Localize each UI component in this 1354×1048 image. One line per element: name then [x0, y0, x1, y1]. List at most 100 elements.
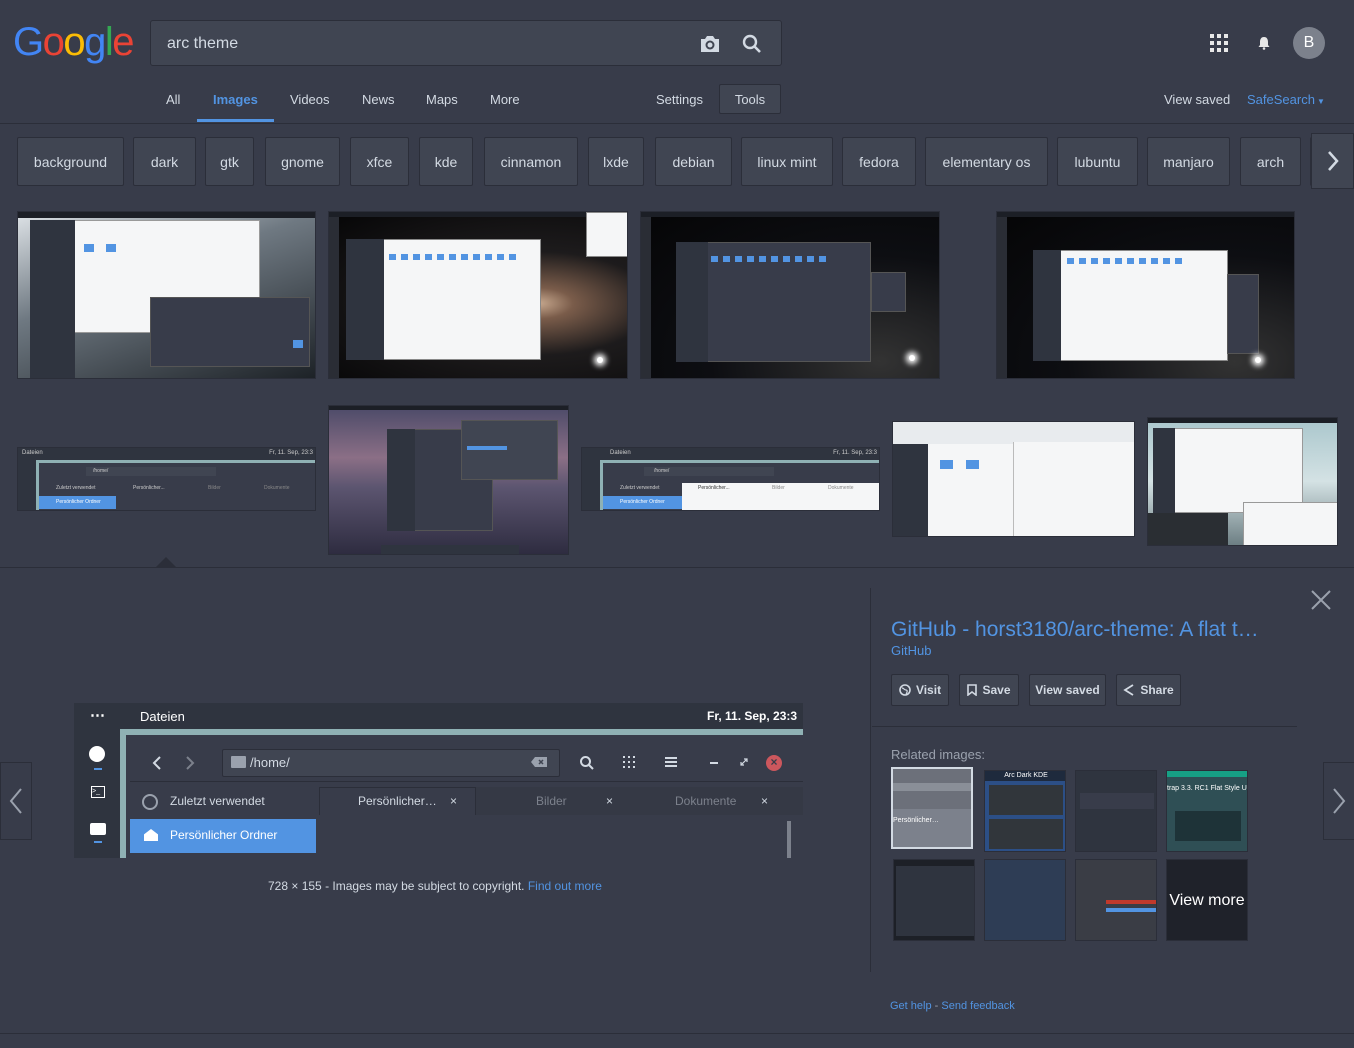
image-result[interactable] [17, 211, 316, 379]
menu-icon[interactable] [665, 757, 677, 767]
chevron-right-icon [1327, 151, 1339, 171]
clear-icon[interactable] [530, 756, 548, 768]
close-tab-icon[interactable]: × [606, 794, 613, 808]
tools-button[interactable]: Tools [719, 84, 781, 114]
related-image[interactable]: trap 3.3. RC1 Flat Style U [1166, 770, 1248, 852]
tab-maps[interactable]: Maps [426, 92, 458, 107]
chip[interactable]: gtk [205, 137, 254, 186]
image-result[interactable] [328, 405, 569, 555]
tab-more[interactable]: More [490, 92, 520, 107]
close-window-icon[interactable]: × [766, 755, 782, 771]
related-image[interactable]: Persönlicher… [891, 767, 973, 849]
maximize-icon[interactable] [740, 758, 748, 766]
divider [870, 588, 871, 972]
forward-icon[interactable] [185, 756, 195, 770]
divider [0, 1033, 1354, 1034]
tab-pictures[interactable]: Bilder [536, 794, 567, 808]
minimize-icon[interactable] [710, 762, 718, 764]
chevron-right-icon [1333, 788, 1346, 814]
find-out-more-link[interactable]: Find out more [528, 879, 602, 893]
globe-icon [899, 684, 911, 696]
tab-images[interactable]: Images [213, 92, 258, 107]
result-source-link[interactable]: GitHub [891, 643, 931, 658]
sidebar-item-recent[interactable]: Zuletzt verwendet [170, 794, 265, 808]
image-result[interactable] [996, 211, 1295, 379]
chip[interactable]: lxde [588, 137, 644, 186]
save-button[interactable]: Save [959, 674, 1019, 706]
related-image[interactable] [1075, 859, 1157, 941]
bell-icon[interactable] [1254, 32, 1274, 54]
thumb-title: Dateien [22, 450, 43, 456]
tab-personal[interactable]: Persönlicher… [358, 794, 437, 808]
close-icon[interactable] [1309, 588, 1333, 612]
apps-grid-icon[interactable] [1208, 32, 1230, 54]
related-image[interactable] [984, 859, 1066, 941]
related-images-label: Related images: [891, 747, 985, 762]
tab-documents[interactable]: Dokumente [675, 794, 736, 808]
view-more-button[interactable]: View more [1166, 859, 1248, 941]
search-icon[interactable] [579, 755, 595, 771]
chevron-left-icon [9, 788, 22, 814]
view-saved-label: View saved [1035, 683, 1100, 697]
chip[interactable]: debian [655, 137, 732, 186]
thumb-recent: Zuletzt verwendet [56, 485, 96, 491]
grid-view-icon[interactable] [623, 756, 635, 768]
share-icon [1123, 684, 1134, 696]
chip[interactable]: elementary os [925, 137, 1048, 186]
clock-icon [89, 746, 105, 762]
chip[interactable]: cinnamon [484, 137, 578, 186]
send-feedback-link[interactable]: Send feedback [941, 1000, 1014, 1012]
camera-icon[interactable] [697, 31, 723, 57]
thumb-tab: Dokumente [828, 485, 854, 491]
view-saved-button[interactable]: View saved [1029, 674, 1106, 706]
chip[interactable]: background [17, 137, 124, 186]
chip[interactable]: gnome [265, 137, 340, 186]
image-result[interactable] [328, 211, 628, 379]
next-image-button[interactable] [1323, 762, 1354, 840]
related-image[interactable]: Arc Dark KDE [984, 770, 1066, 852]
chip[interactable]: kde [419, 137, 473, 186]
chip[interactable]: xfce [350, 137, 409, 186]
tab-videos[interactable]: Videos [290, 92, 330, 107]
settings-link[interactable]: Settings [656, 92, 703, 107]
related-image[interactable] [1075, 770, 1157, 852]
thumb-tab: Persönlicher... [133, 485, 165, 491]
chip[interactable]: lubuntu [1057, 137, 1138, 186]
tab-all[interactable]: All [166, 92, 180, 107]
chip[interactable]: dark [133, 137, 196, 186]
visit-button[interactable]: Visit [891, 674, 949, 706]
avatar[interactable]: B [1293, 27, 1325, 59]
get-help-link[interactable]: Get help [890, 1000, 932, 1012]
chip[interactable]: linux mint [741, 137, 833, 186]
preview-time: Fr, 11. Sep, 23:3 [707, 709, 798, 723]
prev-image-button[interactable] [0, 762, 32, 840]
search-input[interactable]: arc theme [167, 35, 238, 53]
search-icon[interactable] [739, 31, 765, 57]
chip[interactable]: arch [1240, 137, 1301, 186]
sidebar-item-home[interactable]: Persönlicher Ordner [170, 828, 277, 842]
chip[interactable]: fedora [842, 137, 916, 186]
image-result[interactable] [892, 421, 1135, 537]
related-image[interactable] [893, 859, 975, 941]
image-result[interactable]: Dateien Fr, 11. Sep, 23:3 /home/ Zuletzt… [17, 447, 316, 511]
search-box[interactable]: arc theme [150, 20, 782, 66]
share-button[interactable]: Share [1116, 674, 1181, 706]
image-result[interactable]: Dateien Fr, 11. Sep, 23:3 /home/ Zuletzt… [581, 447, 880, 511]
safesearch-dropdown[interactable]: SafeSearch ▼ [1247, 92, 1325, 107]
preview-image[interactable]: ⋯ Dateien Fr, 11. Sep, 23:3 >_ /home/ × … [74, 703, 803, 858]
tab-news[interactable]: News [362, 92, 395, 107]
back-icon[interactable] [152, 756, 162, 770]
close-tab-icon[interactable]: × [450, 794, 457, 808]
files-icon [90, 823, 106, 835]
chip[interactable]: manjaro [1147, 137, 1230, 186]
google-logo[interactable]: Google [13, 20, 134, 65]
image-result[interactable] [1147, 417, 1338, 546]
related-text: Arc Dark KDE [985, 771, 1065, 781]
thumb-tab: Persönlicher... [698, 485, 730, 491]
view-saved-link[interactable]: View saved [1164, 92, 1230, 107]
result-title-link[interactable]: GitHub - horst3180/arc-theme: A flat t… [891, 618, 1259, 642]
dots-icon: ⋯ [90, 707, 105, 724]
image-result[interactable] [640, 211, 940, 379]
chips-next-button[interactable] [1311, 133, 1354, 189]
close-tab-icon[interactable]: × [761, 794, 768, 808]
